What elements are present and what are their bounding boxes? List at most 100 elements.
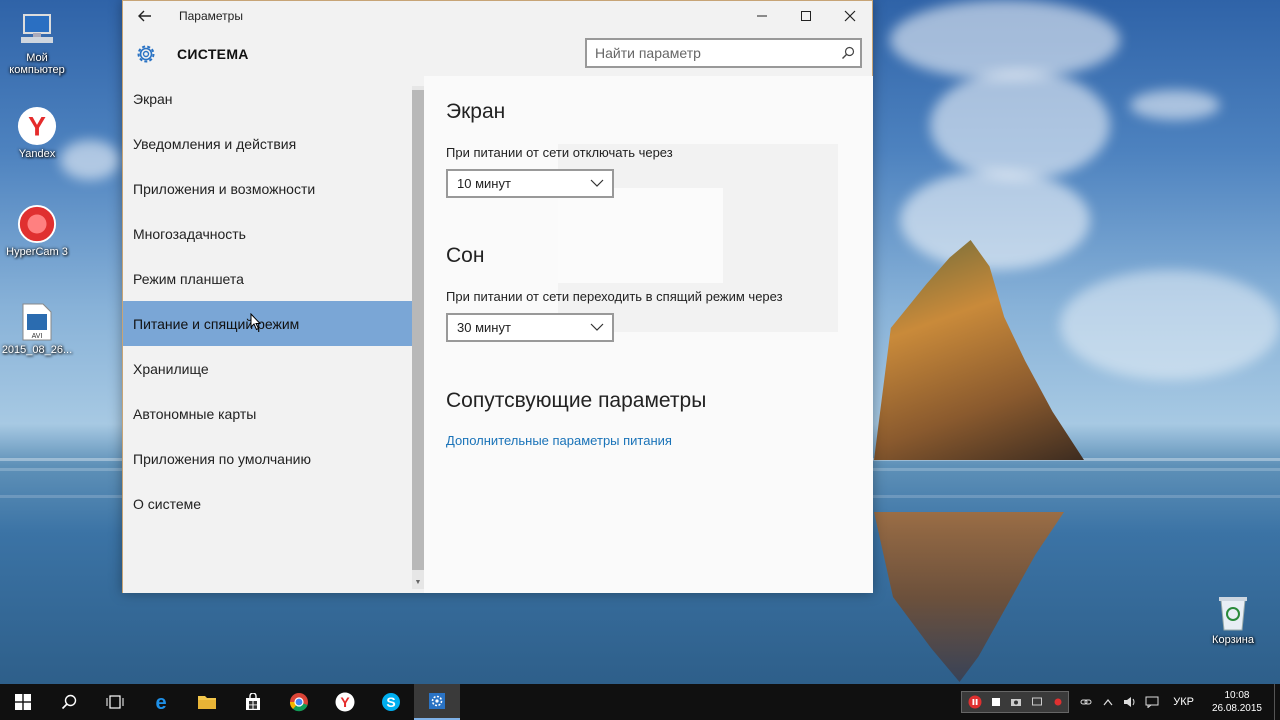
start-button[interactable]: [0, 684, 46, 720]
maximize-icon: [801, 11, 811, 21]
task-view-button[interactable]: [92, 684, 138, 720]
desktop-icon-recycle-bin[interactable]: Корзина: [1197, 592, 1269, 646]
desktop-icon-label: Корзина: [1212, 634, 1254, 646]
skype-icon: S: [382, 693, 400, 711]
record-options-icon[interactable]: [1053, 697, 1063, 707]
chevron-down-icon: [590, 323, 604, 331]
chrome-icon: [289, 693, 308, 712]
windows-logo-icon: [15, 694, 31, 710]
hypercam-icon: [17, 204, 57, 244]
svg-text:AVI: AVI: [32, 333, 43, 340]
message-icon[interactable]: [1141, 684, 1163, 720]
sidebar-item-default-apps[interactable]: Приложения по умолчанию: [123, 436, 424, 481]
desktop-icon-label: 2015_08_26...: [1, 344, 73, 356]
scroll-down-arrow-icon[interactable]: ▼: [412, 578, 424, 588]
desktop-icon-yandex[interactable]: Y Yandex: [1, 106, 73, 160]
desktop-icon-hypercam[interactable]: HyperCam 3: [1, 204, 73, 258]
desktop-icon-label: Yandex: [18, 148, 56, 160]
recording-controls: [961, 691, 1070, 713]
sidebar-item-offline-maps[interactable]: Автономные карты: [123, 391, 424, 436]
minimize-icon: [757, 15, 767, 17]
svg-text:S: S: [386, 694, 395, 710]
search-icon[interactable]: [836, 41, 860, 65]
yandex-icon: Y: [335, 692, 355, 712]
task-view-icon: [106, 695, 124, 709]
background-overlay: [558, 188, 723, 283]
yandex-icon: Y: [17, 106, 57, 146]
settings-header: СИСТЕМА: [123, 31, 872, 77]
desktop-icon-my-computer[interactable]: Мой компьютер: [1, 10, 73, 76]
sidebar-item-about[interactable]: О системе: [123, 481, 424, 526]
gear-icon: [133, 41, 159, 67]
taskbar-explorer-button[interactable]: [184, 684, 230, 720]
camera-icon[interactable]: [1011, 697, 1022, 707]
sidebar-item-power-sleep[interactable]: Питание и спящий режим: [123, 301, 424, 346]
show-desktop-button[interactable]: [1274, 684, 1280, 720]
chevron-down-icon: [590, 179, 604, 187]
taskbar-edge-button[interactable]: e: [138, 684, 184, 720]
stop-icon[interactable]: [992, 698, 1001, 706]
sidebar-item-multitasking[interactable]: Многозадачность: [123, 211, 424, 256]
sidebar-nav: Экран Уведомления и действия Приложения …: [123, 76, 424, 593]
language-indicator[interactable]: УКР: [1163, 696, 1204, 708]
cloud: [1060, 270, 1280, 380]
taskbar-settings-button[interactable]: [414, 684, 460, 720]
gear-icon: [429, 693, 445, 709]
dropdown-value: 10 минут: [457, 176, 511, 191]
taskbar-search-button[interactable]: [46, 684, 92, 720]
desktop-icon-avi-file[interactable]: AVI 2015_08_26...: [1, 302, 73, 356]
sidebar-item-display[interactable]: Экран: [123, 76, 424, 121]
search-icon: [61, 694, 77, 710]
sidebar-item-notifications[interactable]: Уведомления и действия: [123, 121, 424, 166]
store-bag-icon: [246, 693, 260, 710]
search-input[interactable]: [587, 45, 836, 61]
sleep-timeout-dropdown[interactable]: 30 минут: [446, 313, 614, 342]
taskbar-store-button[interactable]: [230, 684, 276, 720]
taskbar: e Y S УКР 10:08 26.08.2015: [0, 684, 1280, 720]
page-title: СИСТЕМА: [177, 46, 249, 62]
section-title-sleep: Сон: [446, 244, 485, 267]
pause-record-icon[interactable]: [968, 695, 982, 709]
minimize-button[interactable]: [740, 1, 784, 31]
link-icon[interactable]: [1075, 684, 1097, 720]
clock-time: 10:08: [1224, 690, 1250, 701]
screen-icon[interactable]: [1031, 697, 1042, 707]
title-bar: Параметры: [123, 1, 872, 31]
folder-icon: [198, 696, 216, 709]
computer-icon: [17, 10, 57, 50]
arrow-left-icon: [138, 10, 151, 22]
rock-formation: [874, 240, 1084, 460]
taskbar-yandex-button[interactable]: Y: [322, 684, 368, 720]
edge-browser-icon: e: [155, 692, 166, 712]
back-button[interactable]: [123, 1, 167, 31]
main-content: Экран При питании от сети отключать чере…: [424, 76, 873, 593]
taskbar-skype-button[interactable]: S: [368, 684, 414, 720]
volume-icon[interactable]: [1119, 684, 1141, 720]
additional-power-settings-link[interactable]: Дополнительные параметры питания: [446, 433, 672, 448]
rock-reflection: [874, 512, 1064, 682]
sidebar-scrollbar[interactable]: ▼: [412, 86, 424, 589]
cloud: [1130, 90, 1220, 120]
sidebar-item-storage[interactable]: Хранилище: [123, 346, 424, 391]
close-icon: [844, 10, 856, 22]
clock[interactable]: 10:08 26.08.2015: [1204, 689, 1274, 715]
sleep-timeout-label: При питании от сети переходить в спящий …: [446, 289, 783, 304]
system-tray: УКР 10:08 26.08.2015: [961, 684, 1280, 720]
screen-timeout-dropdown[interactable]: 10 минут: [446, 169, 614, 198]
search-box: [585, 38, 862, 68]
close-button[interactable]: [828, 1, 872, 31]
sidebar-item-apps[interactable]: Приложения и возможности: [123, 166, 424, 211]
chevron-up-icon[interactable]: [1097, 684, 1119, 720]
section-title-related: Сопутсвующие параметры: [446, 389, 707, 412]
svg-text:Y: Y: [28, 112, 46, 142]
desktop-icon-label: Мой компьютер: [9, 52, 65, 76]
section-title-screen: Экран: [446, 100, 506, 123]
sidebar-item-tablet-mode[interactable]: Режим планшета: [123, 256, 424, 301]
recycle-bin-icon: [1213, 592, 1253, 632]
cloud: [890, 0, 1120, 80]
screen-timeout-label: При питании от сети отключать через: [446, 145, 673, 160]
dropdown-value: 30 минут: [457, 320, 511, 335]
taskbar-chrome-button[interactable]: [276, 684, 322, 720]
scrollbar-thumb[interactable]: [412, 90, 424, 570]
maximize-button[interactable]: [784, 1, 828, 31]
